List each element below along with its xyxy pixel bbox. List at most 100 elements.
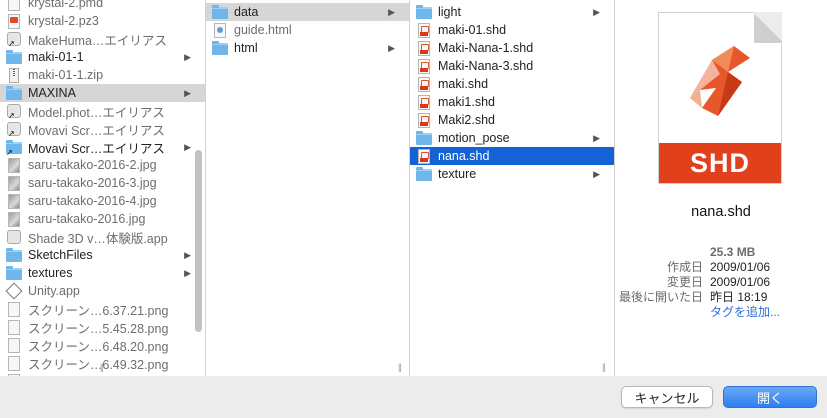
file-item[interactable]: saru-takako-2016.jpg	[0, 210, 205, 228]
item-label: スクリーン…	[28, 372, 205, 377]
file-item[interactable]: maki.shd	[410, 75, 614, 93]
item-label: texture	[438, 167, 477, 181]
open-button[interactable]: 開く	[723, 386, 817, 408]
column-1[interactable]: krystal-2.pmd krystal-2.pz3 MakeHuma…エイリアス…	[0, 0, 206, 376]
column-resize-handle[interactable]: ||	[398, 362, 402, 372]
folder-item[interactable]: data ▶	[206, 3, 409, 21]
folder-item[interactable]: textures ▶	[0, 264, 205, 282]
file-item[interactable]: スクリーン…6.48.20.png	[0, 336, 205, 354]
item-label: saru-takako-2016.jpg	[28, 212, 146, 226]
column-2[interactable]: data ▶ guide.html html ▶ ||	[206, 0, 410, 376]
file-item[interactable]: Maki2.shd	[410, 111, 614, 129]
file-item[interactable]: maki-01.shd	[410, 21, 614, 39]
file-list-col1: krystal-2.pmd krystal-2.pz3 MakeHuma…エイリアス…	[0, 0, 205, 376]
file-item[interactable]: nana.shd	[410, 147, 614, 165]
zip-archive-icon	[6, 68, 22, 83]
created-value: 2009/01/06	[710, 259, 771, 274]
shd-file-icon	[416, 95, 432, 110]
file-metadata: 25.3 MB 作成日 2009/01/06 変更日 2009/01/06 最後に開…	[615, 244, 827, 320]
column-3[interactable]: light ▶ maki-01.shd Maki-Nana-1.shd Maki-Nan…	[410, 0, 615, 376]
file-item[interactable]: スクリーン…5.45.28.png	[0, 318, 205, 336]
preview-filename: nana.shd	[691, 204, 751, 220]
file-item[interactable]: Model.phot…エイリアス	[0, 102, 205, 120]
vertical-scrollbar[interactable]	[195, 150, 202, 332]
file-item[interactable]: krystal-2.pmd	[0, 0, 205, 12]
alias-folder-icon	[6, 140, 22, 157]
folder-icon	[416, 5, 432, 19]
item-label: Movavi Scr…エイリアス	[28, 141, 165, 156]
item-label: saru-takako-2016-2.jpg	[28, 158, 157, 172]
item-label: html	[234, 41, 258, 55]
image-file-icon	[6, 194, 22, 209]
chevron-right-icon: ▶	[388, 43, 395, 53]
screenshot-file-icon	[6, 374, 22, 376]
file-item[interactable]: Shade 3D v…体験版.app	[0, 228, 205, 246]
chevron-right-icon: ▶	[184, 250, 191, 260]
file-list-col3: light ▶ maki-01.shd Maki-Nana-1.shd Maki-Nan…	[410, 3, 614, 183]
folder-item[interactable]: SketchFiles ▶	[0, 246, 205, 264]
file-item[interactable]: krystal-2.pz3	[0, 12, 205, 30]
item-label: Maki-Nana-3.shd	[438, 59, 534, 73]
file-item[interactable]: MakeHuma…エイリアス	[0, 30, 205, 48]
html-file-icon	[212, 23, 228, 38]
folder-item[interactable]: light ▶	[410, 3, 614, 21]
item-label: maki-01-1	[28, 50, 84, 64]
column-resize-handle[interactable]: ||	[100, 362, 104, 372]
item-label: スクリーン…5.45.28.png	[28, 321, 169, 336]
folder-item[interactable]: MAXINA ▶	[0, 84, 205, 102]
folder-item[interactable]: texture ▶	[410, 165, 614, 183]
shd-document-icon: SHD	[658, 12, 782, 184]
cancel-button[interactable]: キャンセル	[621, 386, 713, 408]
image-file-icon	[6, 176, 22, 191]
item-label: MAXINA	[28, 86, 76, 100]
item-label: light	[438, 5, 461, 19]
last-opened-label: 最後に開いた日	[618, 290, 703, 304]
poser-document-icon	[6, 14, 22, 29]
item-label: saru-takako-2016-3.jpg	[28, 176, 157, 190]
folder-icon	[212, 41, 228, 55]
folder-icon	[416, 167, 432, 181]
file-item[interactable]: Maki-Nana-3.shd	[410, 57, 614, 75]
chevron-right-icon: ▶	[184, 52, 191, 62]
folder-item[interactable]: motion_pose ▶	[410, 129, 614, 147]
folder-item[interactable]: html ▶	[206, 39, 409, 57]
item-label: maki1.shd	[438, 95, 495, 109]
screenshot-file-icon	[6, 338, 22, 353]
folder-icon	[416, 131, 432, 145]
file-item[interactable]: saru-takako-2016-4.jpg	[0, 192, 205, 210]
modified-value: 2009/01/06	[710, 274, 771, 289]
file-item[interactable]: Movavi Scr…エイリアス	[0, 120, 205, 138]
preview-pane: SHD nana.shd 25.3 MB 作成日 2009/01/06 変更日 20…	[615, 0, 827, 376]
shd-file-icon	[416, 41, 432, 56]
alias-app-icon	[6, 122, 22, 138]
file-item[interactable]: guide.html	[206, 21, 409, 39]
shd-file-icon	[416, 113, 432, 128]
shd-file-icon	[416, 59, 432, 74]
file-item[interactable]: Unity.app	[0, 282, 205, 300]
image-file-icon	[6, 212, 22, 227]
item-label: nana.shd	[438, 149, 490, 163]
file-item[interactable]: Maki-Nana-1.shd	[410, 39, 614, 57]
folder-item[interactable]: Movavi Scr…エイリアス ▶	[0, 138, 205, 157]
file-item[interactable]: スクリーン…	[0, 372, 205, 376]
item-label: Movavi Scr…エイリアス	[28, 123, 165, 138]
file-item[interactable]: スクリーン…6.37.21.png	[0, 300, 205, 318]
chevron-right-icon: ▶	[593, 133, 600, 143]
chevron-right-icon: ▶	[184, 268, 191, 278]
shade-app-icon	[6, 230, 22, 244]
add-tags-link[interactable]: タグを追加...	[710, 303, 780, 320]
column-browser: krystal-2.pmd krystal-2.pz3 MakeHuma…エイリアス…	[0, 0, 827, 376]
column-resize-handle[interactable]: ||	[602, 362, 606, 372]
file-item[interactable]: saru-takako-2016-3.jpg	[0, 174, 205, 192]
item-label: SketchFiles	[28, 248, 93, 262]
file-item[interactable]: maki1.shd	[410, 93, 614, 111]
shd-file-icon	[416, 149, 432, 164]
file-item[interactable]: saru-takako-2016-2.jpg	[0, 156, 205, 174]
item-label: スクリーン…6.37.21.png	[28, 303, 169, 318]
folder-icon	[6, 266, 22, 280]
file-item[interactable]: maki-01-1.zip	[0, 66, 205, 84]
folder-item[interactable]: maki-01-1 ▶	[0, 48, 205, 66]
item-label: Maki-Nana-1.shd	[438, 41, 534, 55]
chevron-right-icon: ▶	[184, 88, 191, 98]
document-icon	[6, 0, 22, 11]
